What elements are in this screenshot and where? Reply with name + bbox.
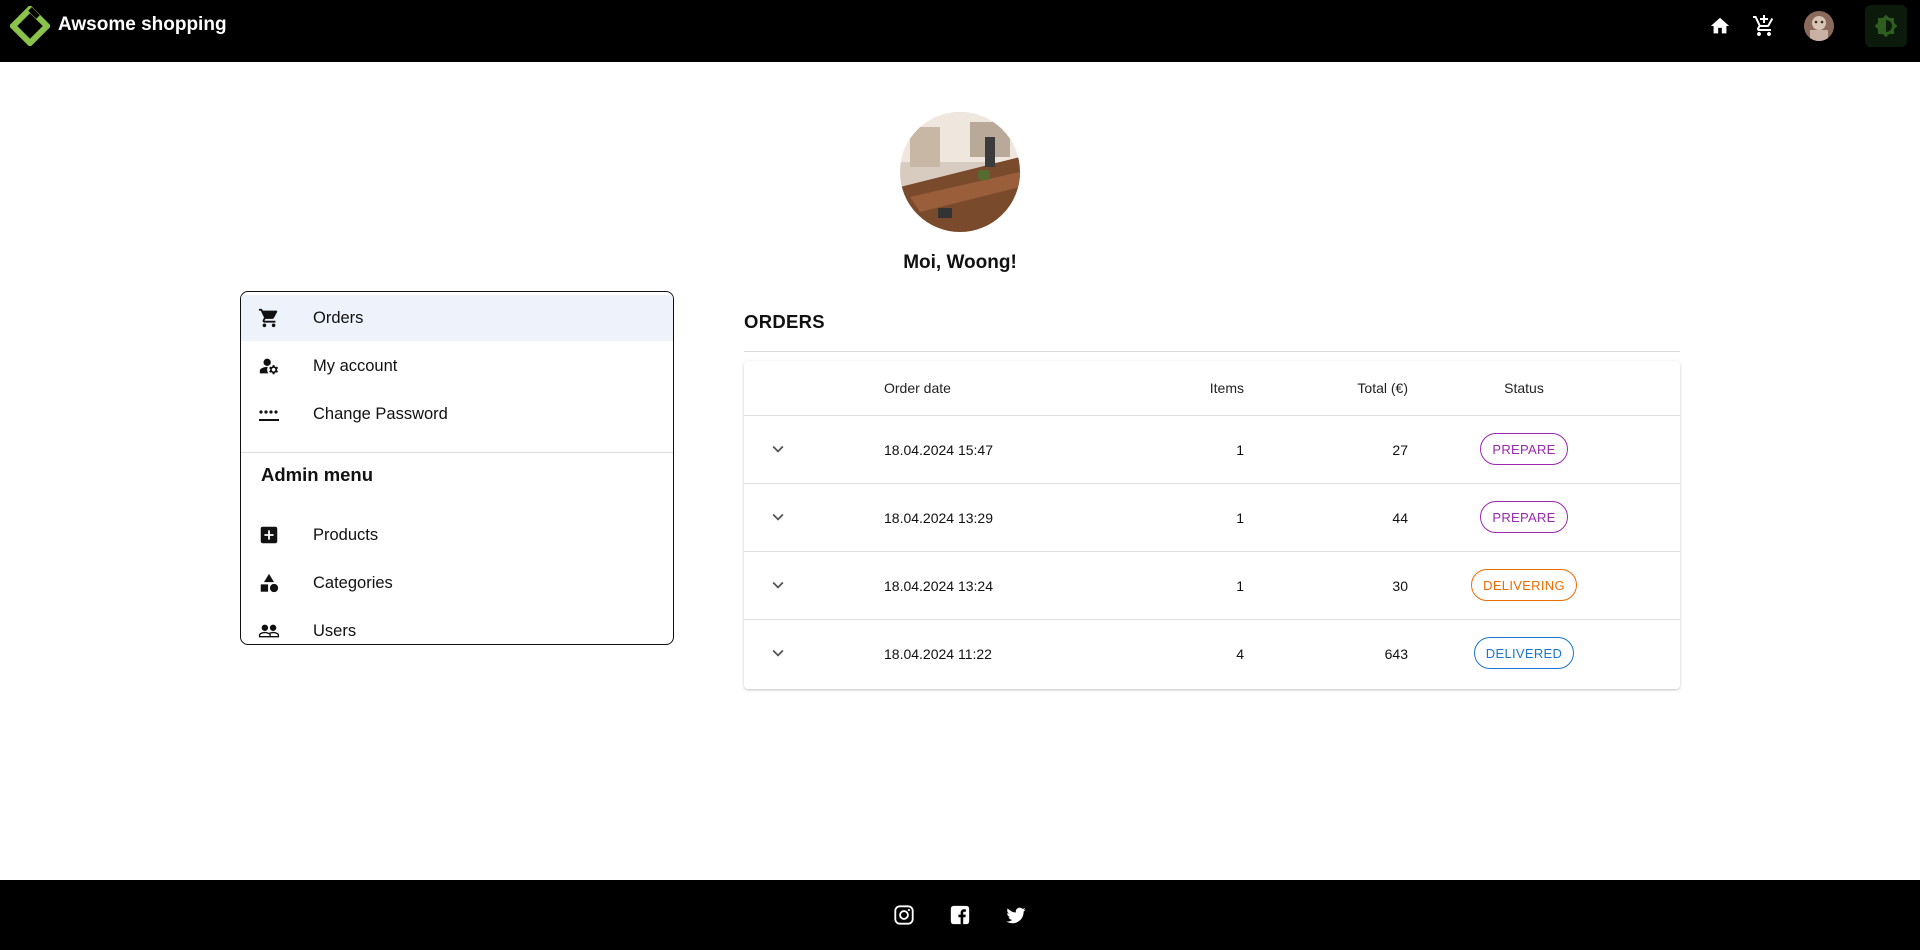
table-row[interactable]: 18.04.2024 11:22 4 643 DELIVERED	[744, 619, 1680, 687]
footer	[0, 880, 1920, 950]
table-row[interactable]: 18.04.2024 13:29 1 44 PREPARE	[744, 483, 1680, 551]
admin-menu-heading: Admin menu	[261, 464, 374, 485]
column-header-status[interactable]: Status	[1444, 380, 1604, 396]
facebook-icon[interactable]	[948, 903, 972, 927]
cart-icon[interactable]	[1750, 12, 1778, 40]
menu-label: My account	[313, 356, 398, 375]
order-date: 18.04.2024 11:22	[884, 646, 992, 662]
order-total: 643	[1384, 646, 1408, 662]
order-date: 18.04.2024 15:47	[884, 442, 993, 458]
order-date: 18.04.2024 13:29	[884, 510, 993, 526]
avatar[interactable]	[1804, 11, 1834, 41]
menu-label: Categories	[313, 573, 393, 592]
logo-icon[interactable]	[8, 4, 52, 48]
chevron-down-icon[interactable]	[766, 573, 790, 597]
column-header-order-date[interactable]: Order date	[884, 380, 951, 396]
password-icon	[257, 402, 281, 426]
divider	[744, 351, 1680, 352]
twitter-icon[interactable]	[1004, 903, 1028, 927]
chevron-down-icon[interactable]	[766, 505, 790, 529]
add-box-icon	[257, 523, 281, 547]
order-total: 30	[1392, 578, 1408, 594]
top-app-bar: Awsome shopping	[0, 0, 1920, 62]
order-items: 1	[1236, 578, 1244, 594]
order-total: 44	[1392, 510, 1408, 526]
order-items: 1	[1236, 510, 1244, 526]
status-badge: DELIVERING	[1471, 569, 1577, 601]
cart-icon	[257, 306, 281, 330]
manage-account-icon	[257, 354, 281, 378]
chevron-down-icon[interactable]	[766, 437, 790, 461]
menu-item-my-account[interactable]: My account	[241, 343, 673, 389]
menu-label: Users	[313, 621, 357, 640]
instagram-icon[interactable]	[892, 903, 916, 927]
chevron-down-icon[interactable]	[766, 641, 790, 665]
home-icon[interactable]	[1706, 12, 1734, 40]
app-title[interactable]: Awsome shopping	[58, 14, 227, 36]
status-badge: PREPARE	[1480, 433, 1568, 465]
status-badge: DELIVERED	[1473, 637, 1575, 669]
users-icon	[257, 619, 281, 643]
orders-title: ORDERS	[744, 311, 825, 332]
status-badge: PREPARE	[1480, 501, 1568, 533]
order-items: 4	[1236, 646, 1244, 662]
order-total: 27	[1392, 442, 1408, 458]
menu-divider	[241, 452, 673, 453]
theme-toggle-icon[interactable]	[1865, 5, 1907, 47]
menu-item-categories[interactable]: Categories	[241, 560, 673, 606]
side-menu: Orders My account Change Password Admin …	[240, 291, 674, 645]
menu-item-users[interactable]: Users	[241, 608, 673, 644]
profile-photo	[900, 112, 1020, 232]
table-row[interactable]: 18.04.2024 15:47 1 27 PREPARE	[744, 415, 1680, 483]
menu-item-change-password[interactable]: Change Password	[241, 391, 673, 437]
menu-item-products[interactable]: Products	[241, 512, 673, 558]
order-items: 1	[1236, 442, 1244, 458]
menu-label: Orders	[313, 308, 364, 327]
menu-label: Change Password	[313, 404, 448, 423]
column-header-total[interactable]: Total (€)	[1357, 380, 1408, 396]
orders-table: Order date Items Total (€) Status 18.04.…	[744, 361, 1680, 689]
table-row[interactable]: 18.04.2024 13:24 1 30 DELIVERING	[744, 551, 1680, 619]
order-date: 18.04.2024 13:24	[884, 578, 993, 594]
menu-label: Products	[313, 525, 379, 544]
menu-item-orders[interactable]: Orders	[241, 295, 673, 341]
category-icon	[257, 571, 281, 595]
greeting: Moi, Woong!	[903, 252, 1017, 273]
column-header-items[interactable]: Items	[1210, 380, 1244, 396]
